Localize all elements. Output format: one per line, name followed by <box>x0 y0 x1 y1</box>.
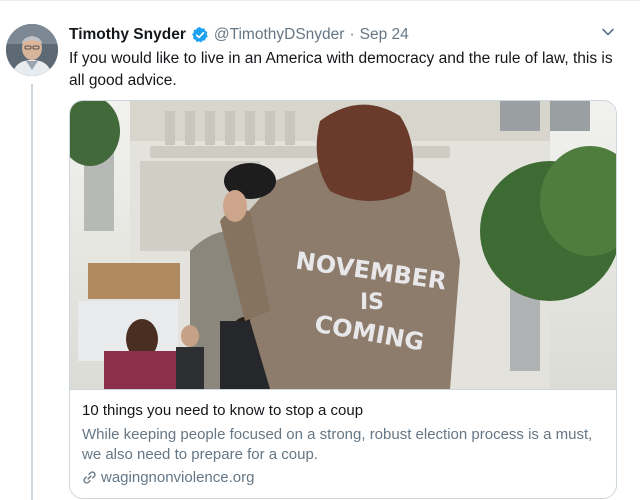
card-domain-text: wagingnonviolence.org <box>101 469 255 486</box>
tweet-date[interactable]: Sep 24 <box>360 26 409 44</box>
chevron-down-icon[interactable] <box>598 22 618 42</box>
verified-badge-icon <box>191 26 209 44</box>
author-handle[interactable]: @TimothyDSnyder <box>214 26 345 44</box>
avatar[interactable] <box>6 24 58 76</box>
header-separator: · <box>349 26 355 43</box>
thread-line <box>31 84 33 500</box>
card-divider <box>70 389 616 390</box>
card-title[interactable]: 10 things you need to know to stop a cou… <box>82 402 363 419</box>
top-divider <box>0 0 640 1</box>
card-description: While keeping people focused on a strong… <box>82 426 593 463</box>
tweet-text: If you would like to live in an America … <box>69 50 613 89</box>
link-icon <box>82 470 97 485</box>
card-image[interactable]: NOVEMBER IS COMING <box>70 101 616 389</box>
card-domain[interactable]: wagingnonviolence.org <box>82 469 254 486</box>
avatar-photo <box>6 24 58 76</box>
author-name[interactable]: Timothy Snyder <box>69 26 186 44</box>
jacket-text-line2: IS <box>360 290 384 315</box>
tweet-header: Timothy Snyder @TimothyDSnyder · Sep 24 <box>69 24 409 46</box>
link-card[interactable]: NOVEMBER IS COMING 10 things you need to… <box>69 100 617 499</box>
